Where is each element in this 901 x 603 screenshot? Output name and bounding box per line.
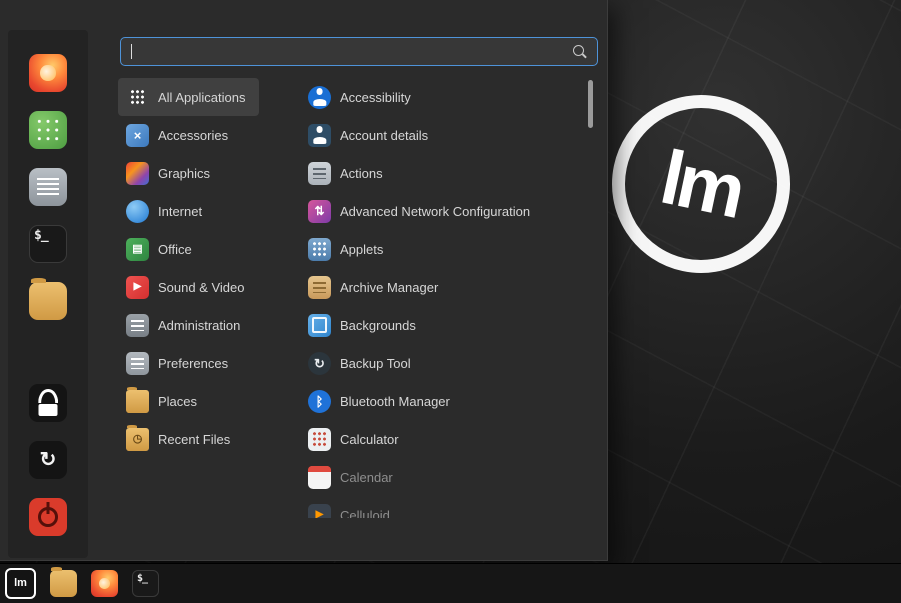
- calendar-icon: [308, 466, 331, 489]
- category-graphics[interactable]: Graphics: [118, 154, 224, 192]
- accessibility-icon: [308, 86, 331, 109]
- favorites-sidebar: $_ ↻: [8, 30, 88, 558]
- bluetooth-manager-icon: ᛒ: [308, 390, 331, 413]
- category-internet[interactable]: Internet: [118, 192, 216, 230]
- app-calculator[interactable]: Calculator: [300, 420, 413, 458]
- app-account-details[interactable]: Account details: [300, 116, 442, 154]
- application-menu: $_ ↻: [0, 0, 608, 561]
- applets-icon: [308, 238, 331, 261]
- session-logout[interactable]: ↻: [29, 441, 67, 479]
- app-calendar[interactable]: Calendar: [300, 458, 407, 496]
- mint-wallpaper-logo: lm: [595, 78, 806, 289]
- files-icon: [29, 282, 67, 320]
- category-office[interactable]: ▤ Office: [118, 230, 206, 268]
- account-details-icon: [308, 124, 331, 147]
- terminal-icon: $_: [132, 570, 159, 597]
- search-input[interactable]: [136, 44, 568, 59]
- taskbar: lm $_: [0, 563, 901, 603]
- menu-button-icon: lm: [5, 568, 36, 599]
- category-recent-files[interactable]: ◷ Recent Files: [118, 420, 244, 458]
- favorite-system-settings[interactable]: [29, 168, 67, 206]
- taskbar-menu-button[interactable]: lm: [5, 568, 36, 599]
- taskbar-terminal[interactable]: $_: [132, 570, 159, 597]
- session-power[interactable]: [29, 498, 67, 536]
- lock-screen-icon: [29, 384, 67, 422]
- accessories-icon: ×: [126, 124, 149, 147]
- internet-icon: [126, 200, 149, 223]
- places-icon: [126, 390, 149, 413]
- favorite-firefox[interactable]: [29, 54, 67, 92]
- celluloid-icon: ▶: [308, 504, 331, 519]
- app-backgrounds[interactable]: Backgrounds: [300, 306, 430, 344]
- taskbar-files[interactable]: [50, 570, 77, 597]
- favorite-files[interactable]: [29, 282, 67, 320]
- logout-icon: ↻: [29, 441, 67, 479]
- calculator-icon: [308, 428, 331, 451]
- app-bluetooth-manager[interactable]: ᛒ Bluetooth Manager: [300, 382, 464, 420]
- preferences-icon: [126, 352, 149, 375]
- app-archive-manager[interactable]: Archive Manager: [300, 268, 452, 306]
- category-accessories[interactable]: × Accessories: [118, 116, 242, 154]
- taskbar-firefox[interactable]: [91, 570, 118, 597]
- archive-manager-icon: [308, 276, 331, 299]
- firefox-icon: [29, 54, 67, 92]
- scrollbar-thumb[interactable]: [588, 80, 593, 128]
- software-manager-icon: [29, 111, 67, 149]
- category-all-applications[interactable]: All Applications: [118, 78, 259, 116]
- sound-video-icon: ▶: [126, 276, 149, 299]
- category-list: All Applications × Accessories Graphics …: [118, 78, 259, 458]
- recent-files-icon: ◷: [126, 428, 149, 451]
- favorite-terminal[interactable]: $_: [29, 225, 67, 263]
- advanced-network-configuration-icon: ⇅: [308, 200, 331, 223]
- desktop: lm $_: [0, 0, 901, 603]
- category-preferences[interactable]: Preferences: [118, 344, 242, 382]
- app-backup-tool[interactable]: ↻ Backup Tool: [300, 344, 425, 382]
- all-applications-icon: [126, 86, 149, 109]
- session-lock-screen[interactable]: [29, 384, 67, 422]
- category-administration[interactable]: Administration: [118, 306, 254, 344]
- category-sound-video[interactable]: ▶ Sound & Video: [118, 268, 259, 306]
- office-icon: ▤: [126, 238, 149, 261]
- app-advanced-network-configuration[interactable]: ⇅ Advanced Network Configuration: [300, 192, 544, 230]
- app-actions[interactable]: Actions: [300, 154, 397, 192]
- mint-logo-text: lm: [653, 133, 748, 234]
- files-icon: [50, 570, 77, 597]
- power-icon: [29, 498, 67, 536]
- graphics-icon: [126, 162, 149, 185]
- system-settings-icon: [29, 168, 67, 206]
- session-group: ↻: [29, 384, 67, 536]
- firefox-icon: [91, 570, 118, 597]
- category-places[interactable]: Places: [118, 382, 211, 420]
- administration-icon: [126, 314, 149, 337]
- backgrounds-icon: [308, 314, 331, 337]
- application-list: Accessibility Account details Actions ⇅ …: [300, 78, 585, 518]
- search-bar: [120, 37, 598, 66]
- app-applets[interactable]: Applets: [300, 230, 397, 268]
- actions-icon: [308, 162, 331, 185]
- app-accessibility[interactable]: Accessibility: [300, 78, 425, 116]
- search-icon: [572, 44, 587, 59]
- app-celluloid[interactable]: ▶ Celluloid: [300, 496, 404, 518]
- favorite-software-manager[interactable]: [29, 111, 67, 149]
- favorites-group: $_: [29, 54, 67, 320]
- terminal-icon: $_: [29, 225, 67, 263]
- text-caret: [131, 44, 132, 59]
- backup-tool-icon: ↻: [308, 352, 331, 375]
